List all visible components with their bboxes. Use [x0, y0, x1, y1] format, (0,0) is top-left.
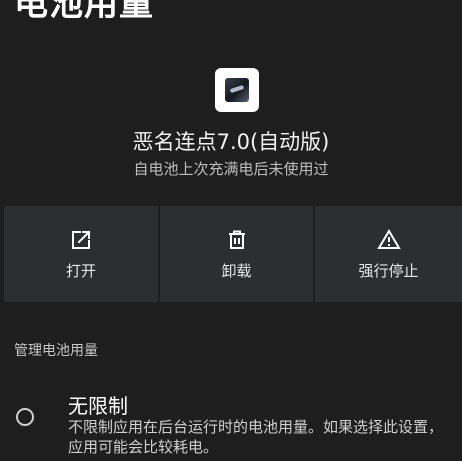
open-button[interactable]: 打开	[4, 206, 158, 302]
app-icon	[215, 68, 259, 112]
force-stop-button[interactable]: 强行停止	[315, 206, 462, 302]
trash-icon	[225, 228, 249, 252]
app-name: 恶名连点7.0(自动版)	[132, 130, 330, 154]
action-buttons: 打开 卸载 强行停止	[4, 206, 462, 302]
uninstall-button[interactable]: 卸载	[160, 206, 313, 302]
force-stop-button-label: 强行停止	[358, 261, 419, 280]
option-description: 不限制应用在后台运行时的电池用量。如果选择此设置，应用可能会比较耗电。	[68, 418, 444, 456]
uninstall-button-label: 卸载	[221, 261, 252, 280]
radio-button[interactable]	[16, 408, 34, 426]
battery-section-title: 管理电池用量	[14, 343, 98, 359]
open-in-new-icon	[69, 228, 93, 252]
app-icon-image	[225, 78, 249, 102]
app-info-screen: 电池用量 恶名连点7.0(自动版) 自电池上次充满电后未使用过 打开 卸载 强行…	[0, 0, 462, 461]
page-title: 电池用量	[14, 0, 154, 24]
warning-icon	[376, 228, 401, 252]
battery-option-unrestricted[interactable]: 无限制 不限制应用在后台运行时的电池用量。如果选择此设置，应用可能会比较耗电。	[0, 384, 462, 461]
app-subtitle: 自电池上次充满电后未使用过	[133, 160, 329, 178]
option-title: 无限制	[68, 394, 128, 418]
open-button-label: 打开	[65, 261, 96, 280]
